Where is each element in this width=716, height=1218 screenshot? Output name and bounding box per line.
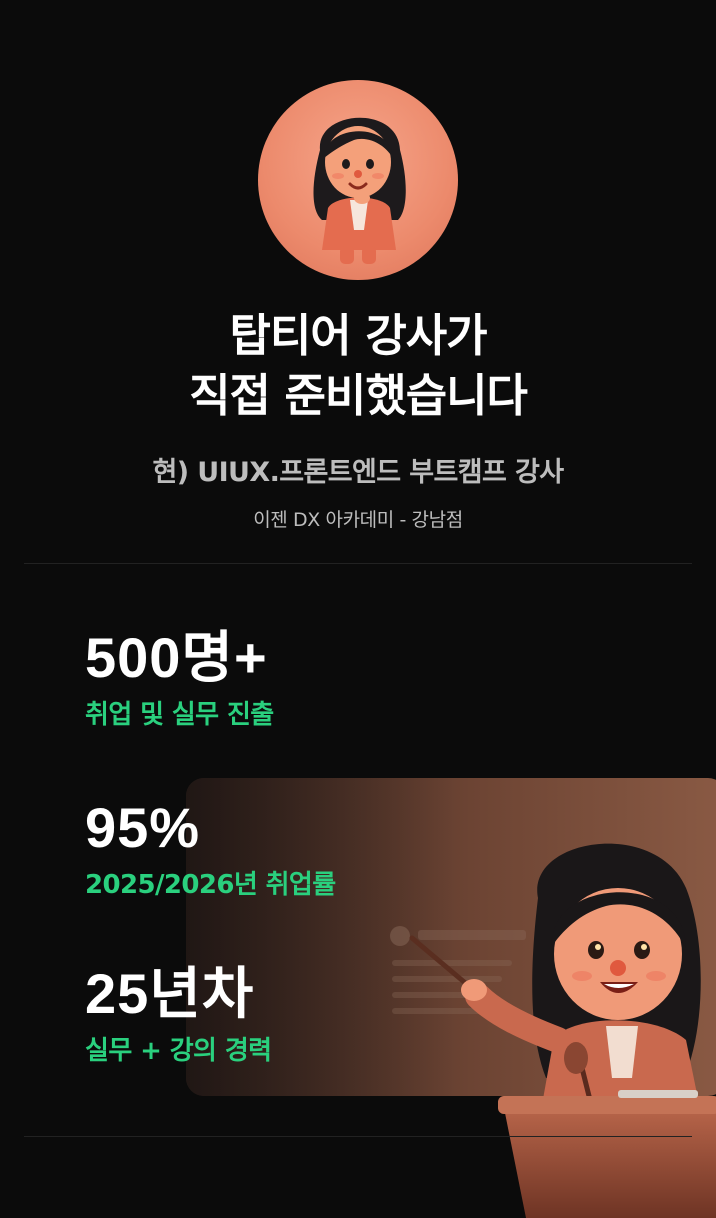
section-divider-bottom [24, 1136, 692, 1137]
stat-employment-rate: 95% 2025/2026년 취업률 [85, 796, 336, 902]
stat-label: 취업 및 실무 진출 [85, 700, 274, 730]
instructor-role: 현) UIUX.프론트엔드 부트캠프 강사 [152, 457, 565, 488]
stat-value: 500명+ [85, 626, 268, 689]
stat-label: 2025/2026년 취업률 [85, 870, 336, 900]
stat-value: 95% [85, 796, 201, 859]
stat-experience: 25년차 실무 + 강의 경력 [85, 962, 272, 1068]
section-divider-top [24, 563, 692, 564]
stat-label: 실무 + 강의 경력 [85, 1036, 272, 1066]
stat-students: 500명+ 취업 및 실무 진출 [85, 626, 274, 732]
instructor-avatar [258, 80, 458, 280]
instructor-avatar-icon [313, 117, 406, 264]
page-title: 탑티어 강사가 직접 준비했습니다 [0, 306, 716, 426]
stat-value: 25년차 [85, 962, 255, 1025]
page-title-line-1: 탑티어 강사가 [229, 309, 487, 362]
academy-name: 이젠 DX 아카데미 - 강남점 [253, 509, 463, 531]
page-title-line-2: 직접 준비했습니다 [189, 369, 528, 422]
